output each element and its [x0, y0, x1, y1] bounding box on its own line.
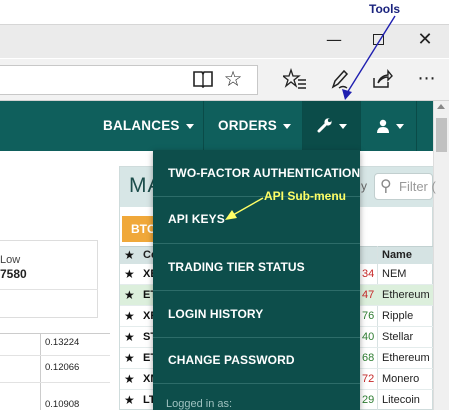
screenshot-root: — ✕ ☆ ⋯ BALANCES ORDERS Low 7580 0.13224…	[0, 0, 449, 410]
annotation-arrow-api	[232, 197, 264, 216]
annotation-arrow-tools	[346, 15, 396, 94]
annotation-arrows	[225, 15, 396, 220]
arrow-head-icon	[225, 210, 237, 220]
arrow-head-icon	[342, 89, 352, 100]
